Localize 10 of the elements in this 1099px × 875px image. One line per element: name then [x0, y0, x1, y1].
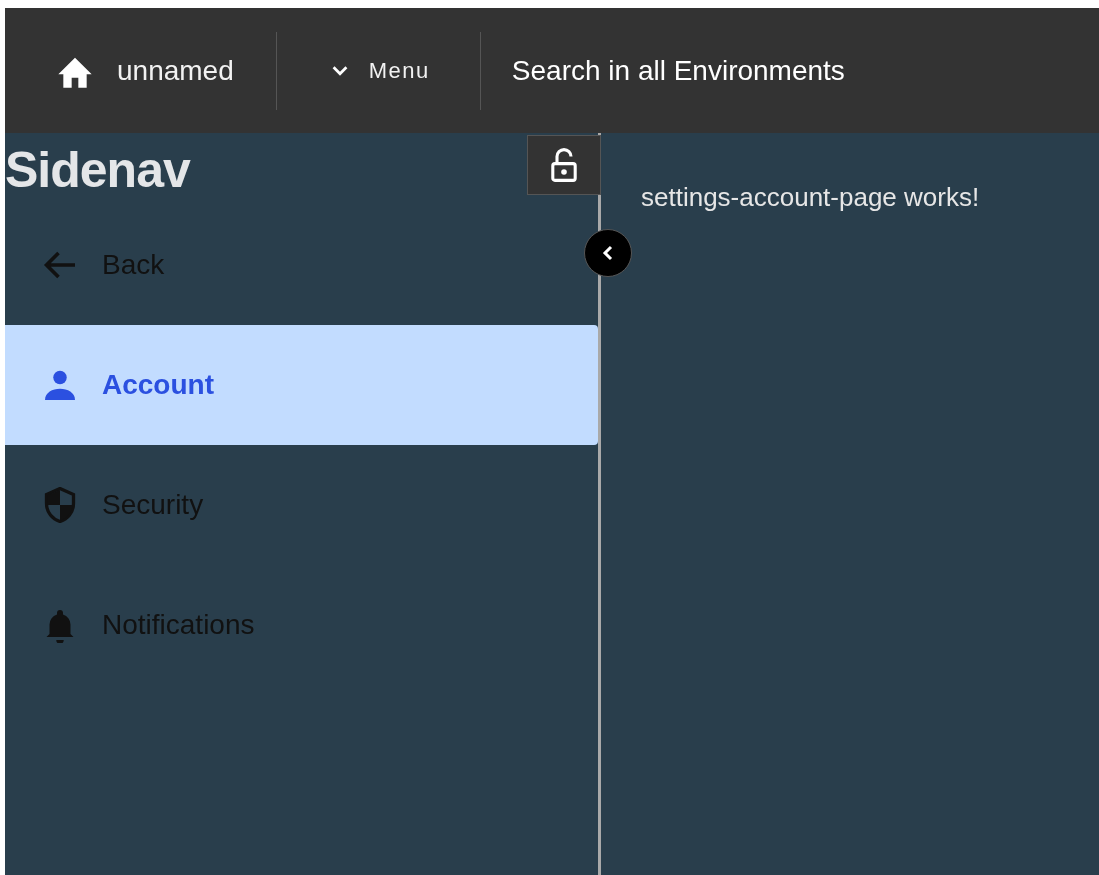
shield-icon: [42, 487, 78, 523]
collapse-button[interactable]: [584, 229, 632, 277]
menu-button[interactable]: Menu: [328, 54, 430, 87]
project-name: unnamed: [117, 53, 234, 88]
sidenav-title: Sidenav: [5, 145, 190, 195]
open-padlock-icon: [550, 148, 578, 182]
sidenav-item[interactable]: Account: [5, 325, 598, 445]
lock-button[interactable]: [527, 135, 601, 195]
search-button[interactable]: Search in all Environments: [511, 49, 845, 92]
page-message: settings-account-page works!: [641, 181, 980, 214]
